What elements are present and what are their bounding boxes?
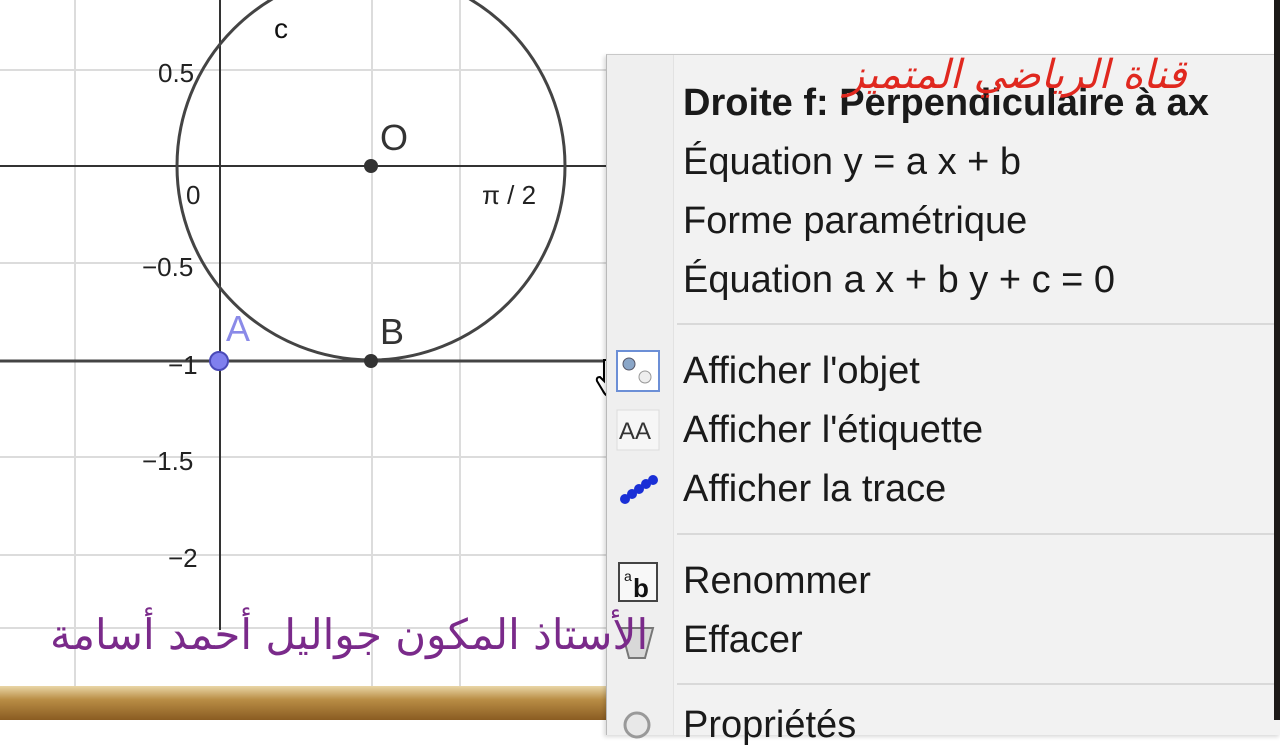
show-object-icon — [615, 349, 661, 393]
menu-item-show-trace[interactable]: Afficher la trace — [607, 461, 1275, 517]
channel-watermark: قناة الرياضي المتميز — [845, 52, 1187, 98]
tick-label: −1.5 — [142, 446, 193, 476]
bottom-border — [0, 686, 606, 720]
menu-item-equation-explicit[interactable]: Équation y = a x + b — [607, 134, 1275, 190]
menu-item-properties[interactable]: Propriétés — [607, 697, 1275, 753]
rename-icon: a b — [615, 559, 661, 603]
window-edge — [1274, 0, 1280, 720]
menu-item-parametric-form[interactable]: Forme paramétrique — [607, 193, 1275, 249]
svg-text:AA: AA — [619, 418, 651, 445]
menu-item-label: Effacer — [683, 619, 803, 661]
axes — [0, 0, 606, 630]
point-o[interactable] — [364, 159, 378, 173]
circle-label: c — [274, 13, 288, 44]
origin-label: 0 — [186, 180, 200, 210]
point-b[interactable] — [364, 354, 378, 368]
menu-item-equation-implicit[interactable]: Équation a x + b y + c = 0 — [607, 252, 1275, 308]
tick-label: −0.5 — [142, 252, 193, 282]
x-tick-label: π / 2 — [482, 180, 536, 210]
menu-item-label: Afficher la trace — [683, 468, 947, 510]
svg-text:b: b — [633, 573, 649, 603]
trace-icon — [615, 467, 661, 511]
menu-item-label: Renommer — [683, 560, 871, 602]
menu-item-label: Équation a x + b y + c = 0 — [683, 259, 1116, 301]
menu-item-label: Afficher l'objet — [683, 350, 920, 392]
menu-separator — [677, 323, 1277, 325]
tick-label: −2 — [168, 543, 198, 573]
point-b-label: B — [380, 311, 404, 352]
show-label-icon: AA — [615, 408, 661, 452]
menu-separator — [677, 533, 1277, 535]
context-menu[interactable]: Droite f: Perpendiculaire à ax Équation … — [606, 54, 1280, 746]
point-a-label: A — [226, 308, 250, 349]
menu-item-label: Propriétés — [683, 704, 857, 746]
author-watermark: الأستاذ المكون جواليل أحمد أسامة — [50, 610, 649, 659]
grid — [0, 0, 606, 686]
menu-item-label: Afficher l'étiquette — [683, 409, 984, 451]
tick-label: −1 — [168, 350, 198, 380]
menu-item-show-object[interactable]: Afficher l'objet — [607, 343, 1275, 399]
menu-separator — [677, 683, 1277, 685]
point-o-label: O — [380, 117, 408, 158]
menu-item-label: Forme paramétrique — [683, 200, 1028, 242]
menu-item-show-label[interactable]: AA Afficher l'étiquette — [607, 402, 1275, 458]
svg-text:a: a — [624, 568, 632, 584]
properties-icon — [615, 703, 661, 747]
menu-item-delete[interactable]: Effacer — [607, 612, 1275, 668]
point-a[interactable] — [209, 351, 229, 371]
menu-item-rename[interactable]: a b Renommer — [607, 553, 1275, 609]
tick-label: 0.5 — [158, 58, 194, 88]
menu-item-label: Équation y = a x + b — [683, 141, 1022, 183]
